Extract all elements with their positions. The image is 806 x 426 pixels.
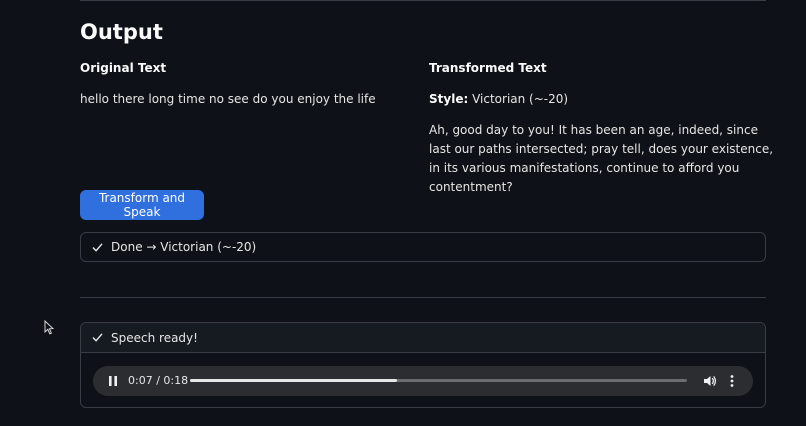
more-vertical-icon[interactable] xyxy=(729,374,735,388)
transformed-text-body: Ah, good day to you! It has been an age,… xyxy=(429,123,774,194)
speech-panel: Speech ready! 0:07 / 0:18 xyxy=(80,322,766,408)
output-heading: Output xyxy=(80,20,163,44)
pause-icon[interactable] xyxy=(108,376,118,386)
transform-status-box: Done → Victorian (~-20) xyxy=(80,232,766,262)
transform-status-text: Done → Victorian (~-20) xyxy=(111,240,257,254)
audio-progress-bar[interactable] xyxy=(190,379,687,382)
app-page: Output Original Text hello there long ti… xyxy=(0,0,806,426)
mouse-cursor-icon xyxy=(44,320,54,335)
original-text-body: hello there long time no see do you enjo… xyxy=(80,92,376,106)
volume-icon[interactable] xyxy=(703,374,717,388)
transformed-text-title: Transformed Text xyxy=(429,61,547,75)
style-label: Style: xyxy=(429,92,469,106)
transform-and-speak-button[interactable]: Transform and Speak xyxy=(80,190,204,220)
speech-status-text: Speech ready! xyxy=(111,330,198,345)
style-value: Victorian (~-20) xyxy=(472,92,569,106)
audio-time-display: 0:07 / 0:18 xyxy=(128,374,189,387)
style-line: Style: Victorian (~-20) xyxy=(429,92,568,106)
check-icon xyxy=(92,243,103,251)
speech-status-header: Speech ready! xyxy=(81,323,765,353)
audio-progress-fill xyxy=(190,379,398,382)
check-icon xyxy=(92,333,103,342)
audio-player: 0:07 / 0:18 xyxy=(93,366,753,396)
section-divider xyxy=(80,297,766,298)
top-divider xyxy=(80,0,766,1)
original-text-title: Original Text xyxy=(80,61,167,75)
